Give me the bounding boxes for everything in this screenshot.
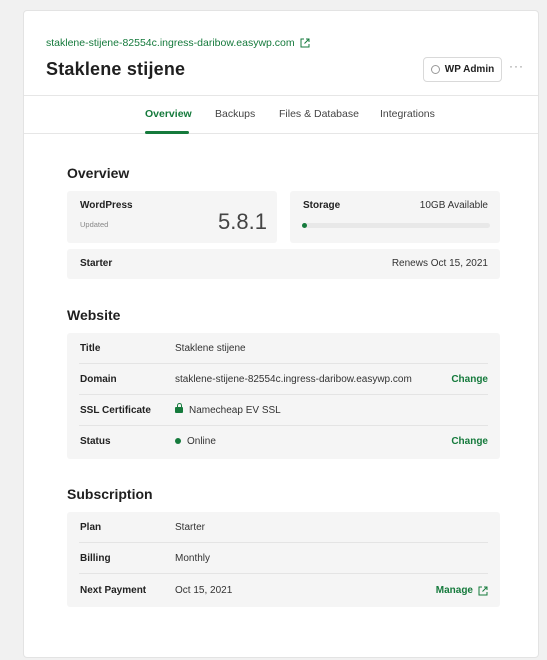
status-online-icon <box>175 438 181 445</box>
row-label: Title <box>80 343 101 354</box>
wordpress-panel: WordPress Updated 5.8.1 <box>67 191 277 243</box>
change-status-button[interactable]: Change <box>451 436 488 447</box>
row-label: Status <box>80 436 111 447</box>
divider <box>79 573 488 574</box>
tab-backups[interactable]: Backups <box>215 108 255 120</box>
storage-available: 10GB Available <box>419 200 488 211</box>
website-heading: Website <box>67 307 121 323</box>
site-domain-link[interactable]: staklene-stijene-82554c.ingress-daribow.… <box>46 37 310 49</box>
more-options-button[interactable]: ··· <box>509 59 524 73</box>
manage-label: Manage <box>435 585 473 596</box>
tab-files-database[interactable]: Files & Database <box>279 108 359 120</box>
row-value: Starter <box>175 522 206 533</box>
manage-button[interactable]: Manage <box>436 585 488 596</box>
wordpress-icon <box>430 65 440 74</box>
row-value: Monthly <box>175 553 211 564</box>
website-row-domain: Domain staklene-stijene-82554c.ingress-d… <box>67 364 500 395</box>
row-label: Domain <box>80 374 117 385</box>
wp-admin-button[interactable]: WP Admin <box>423 57 502 82</box>
tab-integrations[interactable]: Integrations <box>380 108 435 120</box>
row-label: Next Payment <box>80 585 147 596</box>
status-value: Online <box>187 436 216 447</box>
website-row-status: Status Online Change <box>67 426 500 457</box>
site-header: staklene-stijene-82554c.ingress-daribow.… <box>24 11 538 96</box>
lock-icon <box>175 403 183 414</box>
change-domain-button[interactable]: Change <box>451 374 488 385</box>
tab-overview[interactable]: Overview <box>145 108 192 120</box>
renewal-date: Renews Oct 15, 2021 <box>391 258 488 269</box>
wordpress-version: 5.8.1 <box>218 209 267 234</box>
site-card: staklene-stijene-82554c.ingress-daribow.… <box>23 10 539 658</box>
row-value: Online <box>175 436 216 447</box>
website-row-title: Title Staklene stijene <box>67 333 500 364</box>
page-title: Staklene stijene <box>46 59 186 79</box>
wordpress-label: WordPress <box>80 200 133 211</box>
wordpress-status: Updated <box>80 220 109 229</box>
external-link-icon <box>478 586 488 595</box>
ssl-value: Namecheap EV SSL <box>189 405 281 416</box>
subscription-row-billing: Billing Monthly <box>67 543 500 574</box>
wp-admin-label: WP Admin <box>444 64 495 75</box>
subscription-heading: Subscription <box>67 486 153 502</box>
subscription-row-plan: Plan Starter <box>67 512 500 543</box>
storage-panel: Storage 10GB Available <box>290 191 500 243</box>
storage-bar <box>302 223 490 228</box>
row-value: Staklene stijene <box>175 343 246 354</box>
row-label: Billing <box>80 553 111 564</box>
plan-panel: Starter Renews Oct 15, 2021 <box>67 249 500 279</box>
row-value: Oct 15, 2021 <box>175 585 233 596</box>
row-label: Plan <box>80 522 102 533</box>
site-domain-text: staklene-stijene-82554c.ingress-daribow.… <box>46 37 295 49</box>
subscription-row-next-payment: Next Payment Oct 15, 2021 Manage <box>67 575 500 606</box>
tab-bar: Overview Backups Files & Database Integr… <box>24 96 538 134</box>
active-tab-indicator <box>145 131 189 134</box>
overview-heading: Overview <box>67 165 130 181</box>
website-row-ssl: SSL Certificate Namecheap EV SSL <box>67 395 500 426</box>
plan-label: Starter <box>80 258 113 269</box>
row-value: staklene-stijene-82554c.ingress-daribow.… <box>175 374 412 385</box>
storage-label: Storage <box>303 200 341 211</box>
row-value: Namecheap EV SSL <box>175 403 281 416</box>
row-label: SSL Certificate <box>80 405 151 416</box>
external-link-icon <box>300 38 310 48</box>
storage-bar-fill <box>302 223 307 228</box>
